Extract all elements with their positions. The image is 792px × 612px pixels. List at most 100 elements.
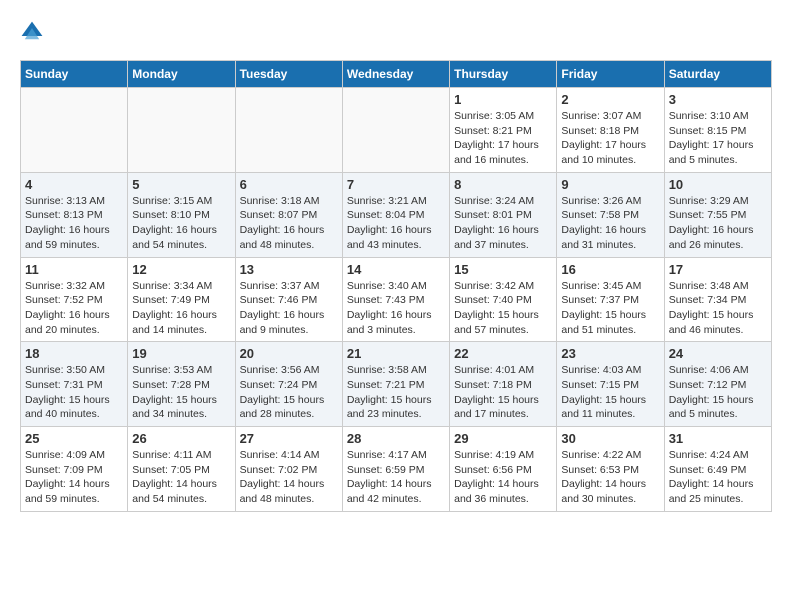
day-number: 4 — [25, 177, 123, 192]
calendar-cell — [342, 88, 449, 173]
calendar-week-row: 4Sunrise: 3:13 AMSunset: 8:13 PMDaylight… — [21, 172, 772, 257]
calendar-cell — [21, 88, 128, 173]
calendar-cell: 4Sunrise: 3:13 AMSunset: 8:13 PMDaylight… — [21, 172, 128, 257]
day-info: Sunrise: 4:22 AMSunset: 6:53 PMDaylight:… — [561, 448, 659, 507]
day-number: 7 — [347, 177, 445, 192]
calendar-cell — [128, 88, 235, 173]
weekday-header-tuesday: Tuesday — [235, 61, 342, 88]
day-info: Sunrise: 4:01 AMSunset: 7:18 PMDaylight:… — [454, 363, 552, 422]
day-number: 18 — [25, 346, 123, 361]
calendar-cell: 16 Sunrise: 3:45 AMSunset: 7:37 PMDayligh… — [557, 257, 664, 342]
day-number: 22 — [454, 346, 552, 361]
day-info: Sunrise: 3:40 AMSunset: 7:43 PMDaylight:… — [347, 279, 445, 338]
weekday-header-wednesday: Wednesday — [342, 61, 449, 88]
day-info: Sunrise: 3:37 AMSunset: 7:46 PMDaylight:… — [240, 279, 338, 338]
weekday-header-saturday: Saturday — [664, 61, 771, 88]
calendar-cell: 21 Sunrise: 3:58 AMSunset: 7:21 PMDayligh… — [342, 342, 449, 427]
calendar-week-row: 25 Sunrise: 4:09 AMSunset: 7:09 PMDayligh… — [21, 427, 772, 512]
day-info: Sunrise: 3:10 AMSunset: 8:15 PMDaylight:… — [669, 109, 767, 168]
calendar-cell: 11Sunrise: 3:32 AMSunset: 7:52 PMDayligh… — [21, 257, 128, 342]
day-number: 25 — [25, 431, 123, 446]
calendar-cell: 5Sunrise: 3:15 AMSunset: 8:10 PMDaylight… — [128, 172, 235, 257]
day-info: Sunrise: 3:29 AMSunset: 7:55 PMDaylight:… — [669, 194, 767, 253]
day-number: 17 — [669, 262, 767, 277]
calendar-cell: 26 Sunrise: 4:11 AMSunset: 7:05 PMDayligh… — [128, 427, 235, 512]
day-number: 15 — [454, 262, 552, 277]
day-info: Sunrise: 3:48 AMSunset: 7:34 PMDaylight:… — [669, 279, 767, 338]
logo — [20, 20, 46, 44]
day-number: 31 — [669, 431, 767, 446]
day-number: 3 — [669, 92, 767, 107]
day-info: Sunrise: 3:26 AMSunset: 7:58 PMDaylight:… — [561, 194, 659, 253]
calendar-cell: 15Sunrise: 3:42 AMSunset: 7:40 PMDayligh… — [450, 257, 557, 342]
day-number: 9 — [561, 177, 659, 192]
day-info: Sunrise: 3:53 AMSunset: 7:28 PMDaylight:… — [132, 363, 230, 422]
day-number: 6 — [240, 177, 338, 192]
day-info: Sunrise: 4:14 AMSunset: 7:02 PMDaylight:… — [240, 448, 338, 507]
calendar-week-row: 1 Sunrise: 3:05 AMSunset: 8:21 PMDaylight… — [21, 88, 772, 173]
calendar-cell — [235, 88, 342, 173]
day-number: 29 — [454, 431, 552, 446]
day-info: Sunrise: 4:11 AMSunset: 7:05 PMDaylight:… — [132, 448, 230, 507]
day-number: 10 — [669, 177, 767, 192]
calendar-cell: 12 Sunrise: 3:34 AMSunset: 7:49 PMDayligh… — [128, 257, 235, 342]
weekday-header-row: SundayMondayTuesdayWednesdayThursdayFrid… — [21, 61, 772, 88]
day-number: 21 — [347, 346, 445, 361]
calendar-cell: 29 Sunrise: 4:19 AMSunset: 6:56 PMDayligh… — [450, 427, 557, 512]
calendar-cell: 19 Sunrise: 3:53 AMSunset: 7:28 PMDayligh… — [128, 342, 235, 427]
day-number: 27 — [240, 431, 338, 446]
calendar-cell: 3 Sunrise: 3:10 AMSunset: 8:15 PMDaylight… — [664, 88, 771, 173]
day-number: 1 — [454, 92, 552, 107]
calendar-cell: 18 Sunrise: 3:50 AMSunset: 7:31 PMDayligh… — [21, 342, 128, 427]
day-number: 12 — [132, 262, 230, 277]
day-info: Sunrise: 3:45 AMSunset: 7:37 PMDaylight:… — [561, 279, 659, 338]
calendar-week-row: 18 Sunrise: 3:50 AMSunset: 7:31 PMDayligh… — [21, 342, 772, 427]
calendar-cell: 13 Sunrise: 3:37 AMSunset: 7:46 PMDayligh… — [235, 257, 342, 342]
calendar-cell: 24 Sunrise: 4:06 AMSunset: 7:12 PMDayligh… — [664, 342, 771, 427]
calendar-table: SundayMondayTuesdayWednesdayThursdayFrid… — [20, 60, 772, 512]
day-info: Sunrise: 3:07 AMSunset: 8:18 PMDaylight:… — [561, 109, 659, 168]
day-number: 19 — [132, 346, 230, 361]
calendar-cell: 10 Sunrise: 3:29 AMSunset: 7:55 PMDayligh… — [664, 172, 771, 257]
weekday-header-thursday: Thursday — [450, 61, 557, 88]
day-number: 28 — [347, 431, 445, 446]
day-number: 24 — [669, 346, 767, 361]
day-info: Sunrise: 3:56 AMSunset: 7:24 PMDaylight:… — [240, 363, 338, 422]
logo-icon — [20, 20, 44, 44]
day-info: Sunrise: 3:21 AMSunset: 8:04 PMDaylight:… — [347, 194, 445, 253]
calendar-cell: 22 Sunrise: 4:01 AMSunset: 7:18 PMDayligh… — [450, 342, 557, 427]
day-info: Sunrise: 4:06 AMSunset: 7:12 PMDaylight:… — [669, 363, 767, 422]
day-number: 14 — [347, 262, 445, 277]
day-info: Sunrise: 4:17 AMSunset: 6:59 PMDaylight:… — [347, 448, 445, 507]
day-number: 20 — [240, 346, 338, 361]
calendar-cell: 1 Sunrise: 3:05 AMSunset: 8:21 PMDaylight… — [450, 88, 557, 173]
day-number: 5 — [132, 177, 230, 192]
day-info: Sunrise: 4:24 AMSunset: 6:49 PMDaylight:… — [669, 448, 767, 507]
calendar-cell: 17 Sunrise: 3:48 AMSunset: 7:34 PMDayligh… — [664, 257, 771, 342]
day-info: Sunrise: 4:03 AMSunset: 7:15 PMDaylight:… — [561, 363, 659, 422]
weekday-header-sunday: Sunday — [21, 61, 128, 88]
day-number: 13 — [240, 262, 338, 277]
weekday-header-friday: Friday — [557, 61, 664, 88]
day-info: Sunrise: 3:50 AMSunset: 7:31 PMDaylight:… — [25, 363, 123, 422]
day-info: Sunrise: 3:18 AMSunset: 8:07 PMDaylight:… — [240, 194, 338, 253]
day-number: 26 — [132, 431, 230, 446]
calendar-cell: 25 Sunrise: 4:09 AMSunset: 7:09 PMDayligh… — [21, 427, 128, 512]
day-number: 2 — [561, 92, 659, 107]
weekday-header-monday: Monday — [128, 61, 235, 88]
calendar-cell: 7 Sunrise: 3:21 AMSunset: 8:04 PMDaylight… — [342, 172, 449, 257]
calendar-cell: 31 Sunrise: 4:24 AMSunset: 6:49 PMDayligh… — [664, 427, 771, 512]
day-number: 23 — [561, 346, 659, 361]
day-info: Sunrise: 3:58 AMSunset: 7:21 PMDaylight:… — [347, 363, 445, 422]
day-info: Sunrise: 3:34 AMSunset: 7:49 PMDaylight:… — [132, 279, 230, 338]
day-info: Sunrise: 4:19 AMSunset: 6:56 PMDaylight:… — [454, 448, 552, 507]
page-header — [20, 20, 772, 44]
calendar-cell: 9 Sunrise: 3:26 AMSunset: 7:58 PMDaylight… — [557, 172, 664, 257]
day-info: Sunrise: 3:32 AMSunset: 7:52 PMDaylight:… — [25, 279, 123, 338]
calendar-cell: 6 Sunrise: 3:18 AMSunset: 8:07 PMDaylight… — [235, 172, 342, 257]
day-number: 16 — [561, 262, 659, 277]
calendar-cell: 20 Sunrise: 3:56 AMSunset: 7:24 PMDayligh… — [235, 342, 342, 427]
day-info: Sunrise: 3:05 AMSunset: 8:21 PMDaylight:… — [454, 109, 552, 168]
day-info: Sunrise: 4:09 AMSunset: 7:09 PMDaylight:… — [25, 448, 123, 507]
calendar-cell: 27 Sunrise: 4:14 AMSunset: 7:02 PMDayligh… — [235, 427, 342, 512]
